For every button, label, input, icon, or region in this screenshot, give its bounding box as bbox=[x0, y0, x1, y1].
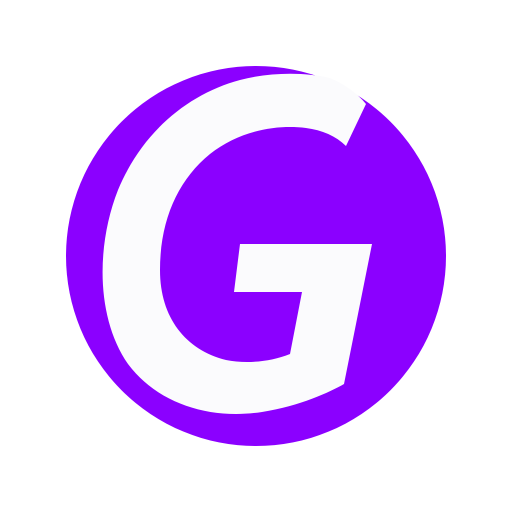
g-logo-icon: G bbox=[66, 66, 446, 446]
app-icon-canvas: G bbox=[0, 0, 512, 512]
